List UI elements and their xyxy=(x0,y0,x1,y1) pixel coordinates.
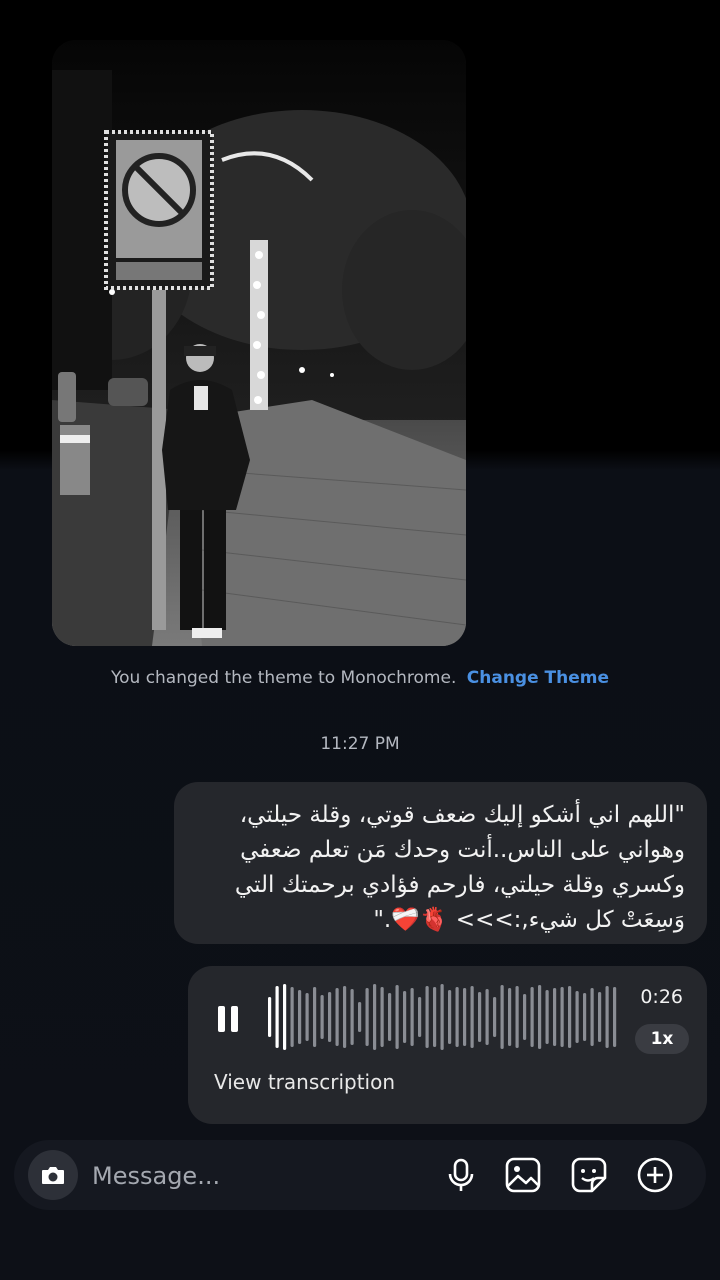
change-theme-link[interactable]: Change Theme xyxy=(467,668,609,688)
waveform-bar xyxy=(268,997,272,1037)
pause-icon[interactable] xyxy=(218,1006,240,1032)
waveform-bar xyxy=(538,985,542,1049)
waveform-bar xyxy=(560,987,564,1047)
waveform-bar xyxy=(395,985,399,1049)
waveform-bar xyxy=(320,995,324,1039)
waveform-bar xyxy=(365,988,369,1046)
waveform-bar xyxy=(373,984,377,1050)
camera-button[interactable] xyxy=(28,1150,78,1200)
voice-message-bubble[interactable]: 0:26 1x View transcription xyxy=(188,966,707,1124)
message-text: "اللهم اني أشكو إليك ضعف قوتي، وقلة حيلت… xyxy=(234,802,685,933)
waveform-bar xyxy=(328,992,332,1042)
message-timestamp: 11:27 PM xyxy=(320,734,400,754)
waveform-bar xyxy=(298,990,302,1044)
waveform-bar xyxy=(583,993,587,1041)
audio-waveform[interactable] xyxy=(266,984,626,1050)
waveform-bar xyxy=(493,997,497,1037)
view-transcription-link[interactable]: View transcription xyxy=(214,1070,395,1094)
waveform-bar xyxy=(418,997,422,1037)
waveform-bar xyxy=(388,993,392,1041)
gallery-icon[interactable] xyxy=(504,1156,542,1194)
waveform-bar xyxy=(290,987,294,1047)
waveform-bar xyxy=(613,987,617,1047)
waveform-bar xyxy=(380,987,384,1047)
waveform-bar xyxy=(335,988,339,1046)
waveform-bar xyxy=(598,992,602,1042)
waveform-bar xyxy=(358,1002,362,1032)
theme-change-notice: You changed the theme to Monochrome. Cha… xyxy=(0,668,720,688)
waveform-bar xyxy=(410,988,414,1046)
waveform-bar xyxy=(605,986,609,1048)
waveform-bar xyxy=(545,990,549,1044)
waveform-bar xyxy=(508,988,512,1046)
waveform-bar xyxy=(463,988,467,1046)
waveform-bar xyxy=(313,987,317,1047)
message-composer xyxy=(14,1140,706,1210)
waveform-bar xyxy=(350,989,354,1045)
waveform-bar xyxy=(500,985,504,1049)
sticker-icon[interactable] xyxy=(570,1156,608,1194)
message-input[interactable] xyxy=(90,1154,424,1198)
plus-icon[interactable] xyxy=(636,1156,674,1194)
theme-notice-text: You changed the theme to Monochrome. xyxy=(110,668,457,688)
waveform-bar xyxy=(478,992,482,1042)
waveform-bar xyxy=(455,987,459,1047)
waveform-bar xyxy=(470,986,474,1048)
waveform-bar xyxy=(283,984,287,1050)
waveform-bar xyxy=(553,988,557,1046)
shared-photo[interactable] xyxy=(52,40,466,646)
sent-message-bubble[interactable]: "اللهم اني أشكو إليك ضعف قوتي، وقلة حيلت… xyxy=(174,782,707,944)
waveform-bar xyxy=(530,987,534,1047)
camera-icon xyxy=(42,1167,64,1184)
waveform-bar xyxy=(575,991,579,1043)
waveform-bar xyxy=(515,986,519,1048)
waveform-bar xyxy=(425,986,429,1048)
waveform-bar xyxy=(523,994,527,1040)
waveform-bar xyxy=(275,986,279,1048)
waveform-bar xyxy=(448,990,452,1044)
waveform-bar xyxy=(433,987,437,1047)
waveform-bar xyxy=(343,986,347,1048)
microphone-icon[interactable] xyxy=(442,1156,480,1194)
waveform-bar xyxy=(403,991,407,1043)
waveform-bar xyxy=(440,984,444,1050)
voice-duration: 0:26 xyxy=(640,986,683,1008)
waveform-bar xyxy=(305,993,309,1041)
waveform-bar xyxy=(568,986,572,1048)
playback-speed-button[interactable]: 1x xyxy=(635,1024,689,1054)
waveform-bar xyxy=(485,989,489,1045)
waveform-bar xyxy=(590,988,594,1046)
